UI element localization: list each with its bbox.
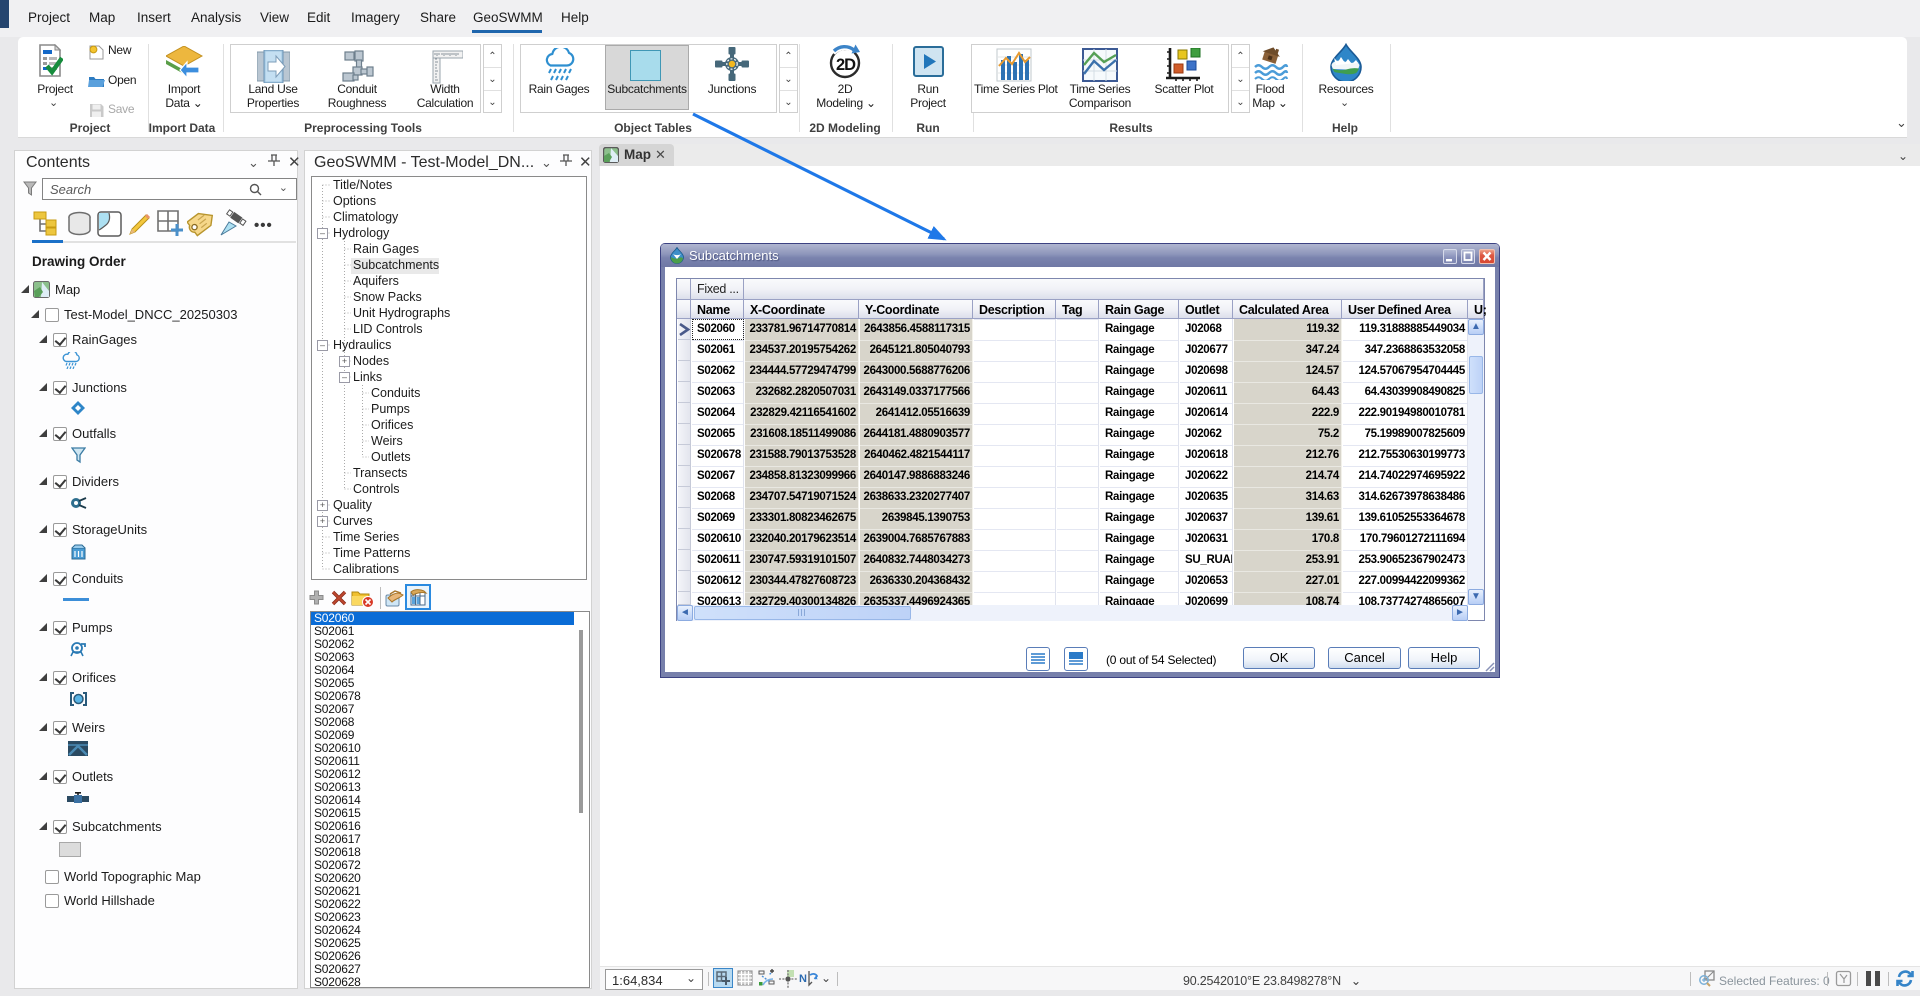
svg-text:N: N bbox=[799, 973, 807, 985]
svg-text:2D: 2D bbox=[836, 56, 856, 74]
